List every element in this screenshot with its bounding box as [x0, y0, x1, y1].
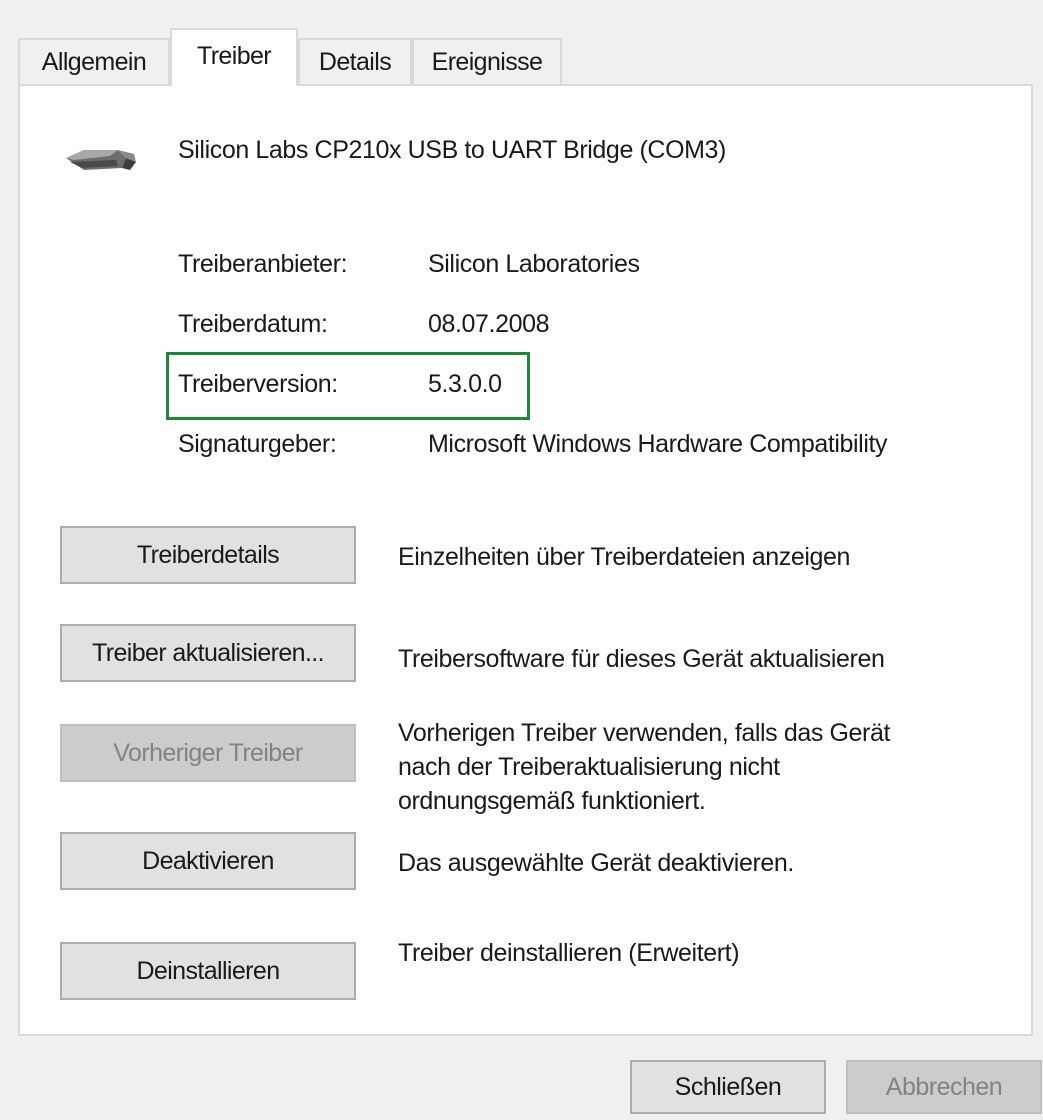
driver-date-value: 08.07.2008 — [428, 310, 550, 338]
disable-device-description: Das ausgewählte Gerät deaktivieren. — [398, 849, 794, 877]
roll-back-description-line: ordnungsgemäß funktioniert. — [398, 787, 706, 815]
signer-value: Microsoft Windows Hardware Compatibility — [428, 430, 888, 458]
cancel-button[interactable]: Abbrechen — [846, 1060, 1042, 1114]
roll-back-driver-button[interactable]: Vorheriger Treiber — [60, 724, 356, 782]
uninstall-device-description: Treiber deinstallieren (Erweitert) — [398, 939, 740, 967]
signer-label: Signaturgeber: — [178, 430, 337, 458]
roll-back-description-line: nach der Treiberaktualisierung nicht — [398, 753, 780, 781]
roll-back-driver-description: Vorherigen Treiber verwenden, falls das … — [398, 716, 890, 818]
driver-date-label: Treiberdatum: — [178, 310, 328, 338]
device-name: Silicon Labs CP210x USB to UART Bridge (… — [178, 136, 726, 164]
driver-version-label: Treiberversion: — [178, 370, 338, 398]
serial-port-connector-icon — [66, 150, 136, 170]
update-driver-button[interactable]: Treiber aktualisieren... — [60, 624, 356, 682]
driver-details-button[interactable]: Treiberdetails — [60, 526, 356, 584]
driver-provider-value: Silicon Laboratories — [428, 250, 640, 278]
driver-details-description: Einzelheiten über Treiberdateien anzeige… — [398, 543, 850, 571]
disable-device-button[interactable]: Deaktivieren — [60, 832, 356, 890]
roll-back-description-line: Vorherigen Treiber verwenden, falls das … — [398, 719, 890, 747]
tab-details[interactable]: Details — [298, 38, 412, 84]
update-driver-description: Treibersoftware für dieses Gerät aktuali… — [398, 645, 885, 673]
tab-allgemein[interactable]: Allgemein — [18, 38, 170, 84]
close-button[interactable]: Schließen — [630, 1060, 826, 1114]
driver-provider-label: Treiberanbieter: — [178, 250, 348, 278]
uninstall-device-button[interactable]: Deinstallieren — [60, 942, 356, 1000]
tab-treiber[interactable]: Treiber — [170, 28, 298, 86]
driver-tab-panel: Silicon Labs CP210x USB to UART Bridge (… — [18, 84, 1033, 1036]
tab-ereignisse[interactable]: Ereignisse — [412, 38, 562, 84]
driver-version-value: 5.3.0.0 — [428, 370, 502, 398]
